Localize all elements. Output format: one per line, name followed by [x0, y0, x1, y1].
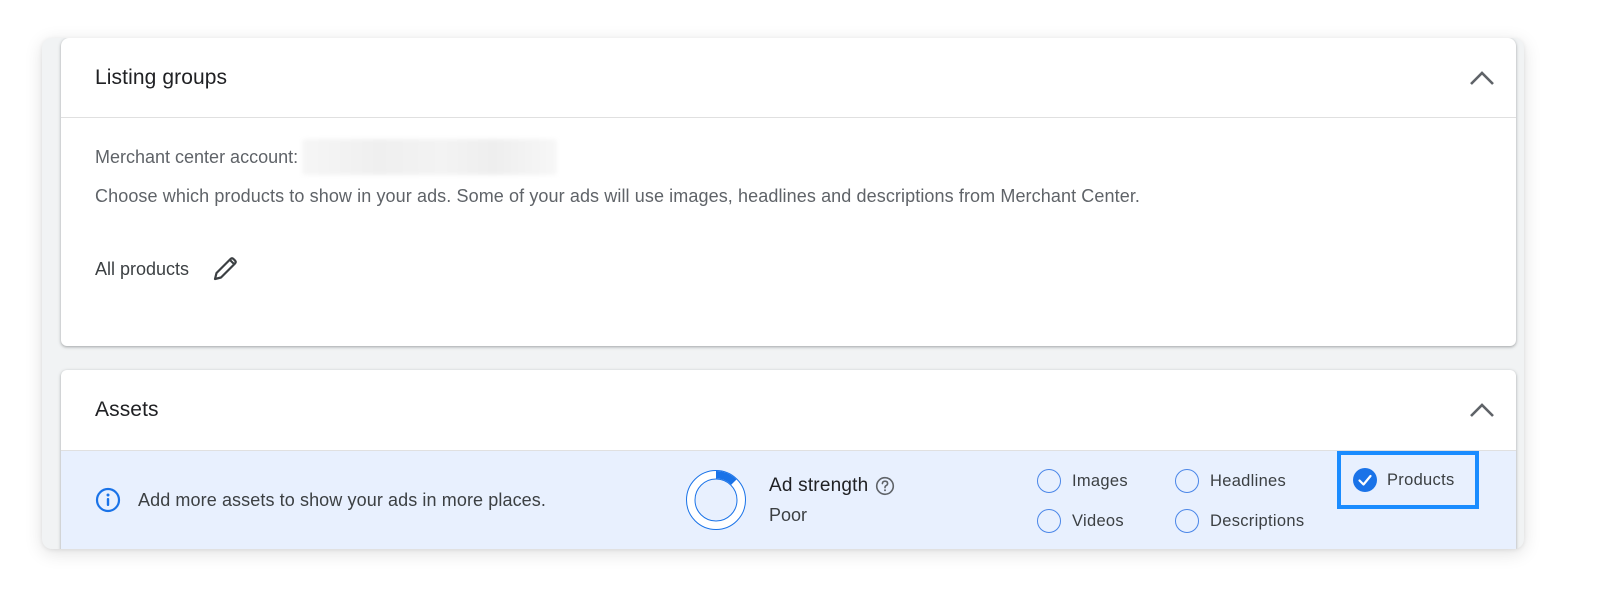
checklist-label: Headlines: [1210, 471, 1287, 490]
checklist-label: Descriptions: [1210, 511, 1305, 530]
assets-banner-text: Add more assets to show your ads in more…: [138, 489, 546, 510]
assets-collapse-button[interactable]: [1462, 390, 1502, 430]
product-selection-label: All products: [95, 258, 190, 279]
assets-banner: Add more assets to show your ads in more…: [61, 450, 1516, 549]
app-window: Listing groups Merchant center account: …: [42, 38, 1524, 549]
ad-strength-value: Poor: [769, 505, 808, 525]
check-circle-icon: [1353, 468, 1377, 492]
assets-header[interactable]: Assets: [61, 370, 1516, 450]
info-icon: [95, 487, 121, 513]
ad-strength-help-button[interactable]: [875, 476, 895, 496]
listing-groups-collapse-button[interactable]: [1462, 58, 1502, 98]
listing-groups-panel: Listing groups Merchant center account: …: [61, 38, 1516, 346]
checklist-label: Images: [1072, 471, 1128, 490]
unchecked-circle-icon: [1175, 469, 1199, 493]
ad-strength-gauge: [686, 470, 746, 530]
listing-groups-description: Choose which products to show in your ad…: [95, 186, 1141, 206]
listing-groups-body: Merchant center account: Choose which pr…: [61, 118, 1516, 285]
listing-groups-title: Listing groups: [95, 65, 228, 89]
checklist-item-products-highlighted[interactable]: Products: [1337, 451, 1479, 509]
pencil-icon: [213, 257, 237, 281]
ad-strength-indicator: Ad strength Poor: [685, 469, 895, 531]
assets-title: Assets: [95, 398, 159, 421]
merchant-account-value-redacted: [302, 139, 558, 175]
checklist-label: Videos: [1072, 511, 1124, 530]
unchecked-circle-icon: [1037, 469, 1061, 493]
assets-panel: Assets Add more assets to show your ads …: [61, 370, 1516, 549]
checklist-label: Products: [1387, 470, 1455, 489]
listing-groups-header[interactable]: Listing groups: [61, 38, 1516, 118]
product-selection-row: All products: [95, 253, 1482, 285]
checklist-item-images[interactable]: Images: [1037, 467, 1128, 495]
chevron-up-icon: [1470, 70, 1494, 85]
unchecked-circle-icon: [1175, 509, 1199, 533]
assets-info-message: Add more assets to show your ads in more…: [95, 487, 546, 513]
gauge-inner-ring: [694, 478, 738, 522]
asset-checklist: Images Headlines Videos Descriptions Pro…: [1037, 451, 1497, 549]
merchant-account-label: Merchant center account:: [95, 146, 299, 167]
help-circle-icon: [876, 476, 895, 496]
unchecked-circle-icon: [1037, 509, 1061, 533]
merchant-account-row: Merchant center account:: [95, 139, 1482, 175]
edit-listing-groups-button[interactable]: [209, 253, 241, 285]
checklist-item-videos[interactable]: Videos: [1037, 507, 1124, 535]
checklist-item-descriptions[interactable]: Descriptions: [1175, 507, 1304, 535]
checklist-item-headlines[interactable]: Headlines: [1175, 467, 1286, 495]
ad-strength-label: Ad strength: [769, 475, 869, 496]
chevron-up-icon: [1470, 403, 1494, 417]
